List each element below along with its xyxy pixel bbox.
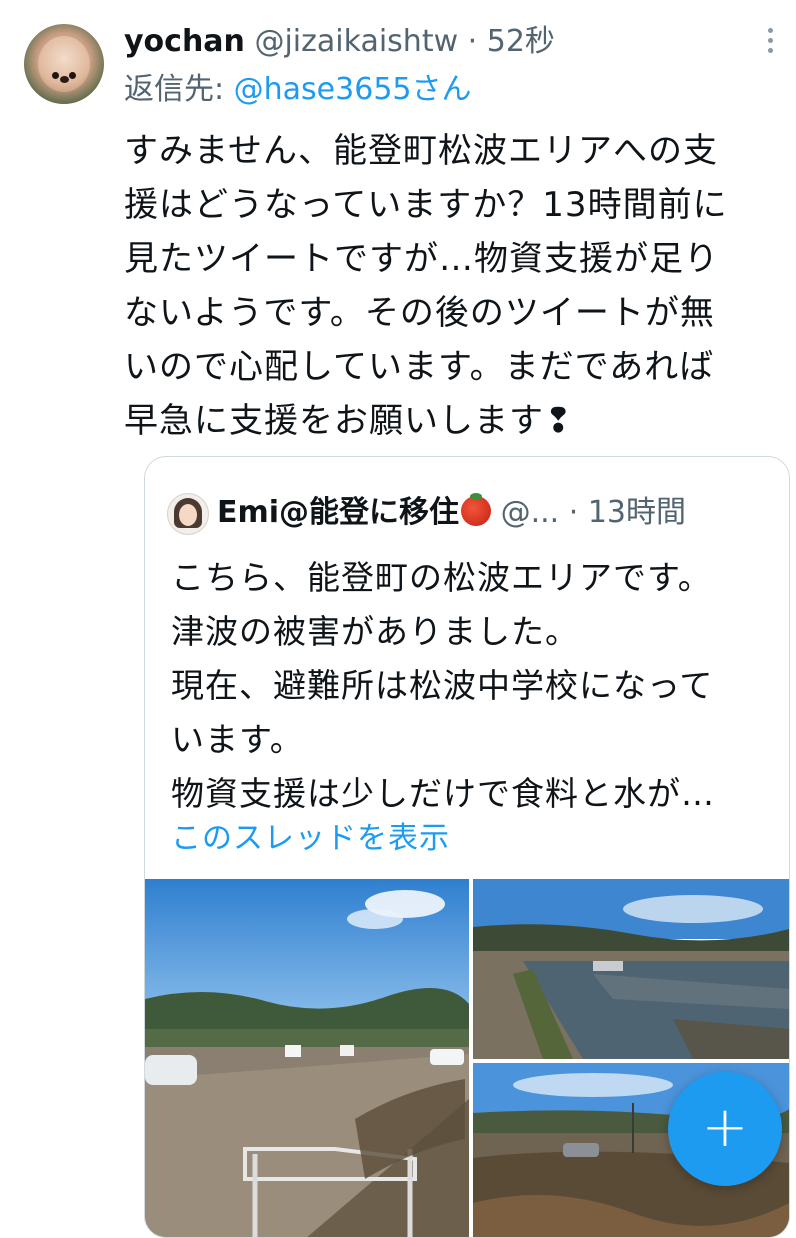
author-avatar[interactable] (24, 24, 104, 104)
quote-text: こちら、能登町の松波エリアです。 津波の被害がありました。 現在、避難所は松波中… (171, 551, 781, 821)
quote-author-name: Emi@能登に移住 (217, 495, 460, 530)
author-handle[interactable]: @jizaikaishtw (254, 24, 458, 59)
avatar-eye-left (52, 72, 59, 79)
tweet-header: yochan @jizaikaishtw · 52秒 (124, 22, 736, 64)
avatar-eye-right (69, 72, 76, 79)
quote-text-line: こちら、能登町の松波エリアです。 (171, 558, 712, 597)
tweet-text-line: 早急に支援をお願いします❢ (124, 401, 574, 441)
avatar-nose (60, 76, 69, 83)
quote-text-line: 現在、避難所は松波中学校になって (171, 666, 714, 705)
tweet-text-line: いので心配しています。まだであれば (124, 347, 715, 387)
tweet-text-line: 見たツイートですが…物資支援が足り (124, 239, 719, 279)
quote-separator: · (559, 495, 588, 530)
dog-face (38, 36, 90, 92)
show-thread-link[interactable]: このスレッドを表示 (171, 817, 450, 861)
tweet-text-line: 援はどうなっていますか？13時間前に (124, 185, 728, 225)
quote-text-line: 物資支援は少しだけで食料と水が… (171, 774, 715, 813)
reply-to-line: 返信先: @hase3655さん (124, 70, 472, 110)
tweet-text-line: すみません、能登町松波エリアへの支 (124, 131, 718, 171)
quote-time: 13時間 (587, 495, 686, 530)
tweet-text: すみません、能登町松波エリアへの支 援はどうなっていますか？13時間前に 見たツ… (124, 124, 774, 448)
tweet-time[interactable]: 52秒 (487, 24, 555, 59)
quote-header: Emi@能登に移住 @... · 13時間 (217, 491, 775, 535)
compose-button[interactable]: + (668, 1072, 782, 1186)
tomato-emoji-icon (461, 493, 492, 526)
more-options-icon[interactable] (768, 28, 774, 58)
flooded-parking-lot-photo[interactable] (145, 879, 469, 1237)
flooded-field-photo[interactable] (473, 879, 789, 1059)
reply-prefix: 返信先: (124, 72, 234, 107)
header-separator: · (458, 24, 487, 59)
tweet-text-line: ないようです。その後のツイートが無 (124, 293, 715, 333)
reply-mention[interactable]: @hase3655さん (234, 72, 472, 107)
quote-author-handle: @... (500, 495, 560, 530)
quote-author-avatar (167, 493, 209, 535)
quote-text-line: 津波の被害がありました。 (171, 612, 579, 651)
author-name[interactable]: yochan (124, 24, 245, 59)
quote-text-line: います。 (171, 720, 304, 759)
